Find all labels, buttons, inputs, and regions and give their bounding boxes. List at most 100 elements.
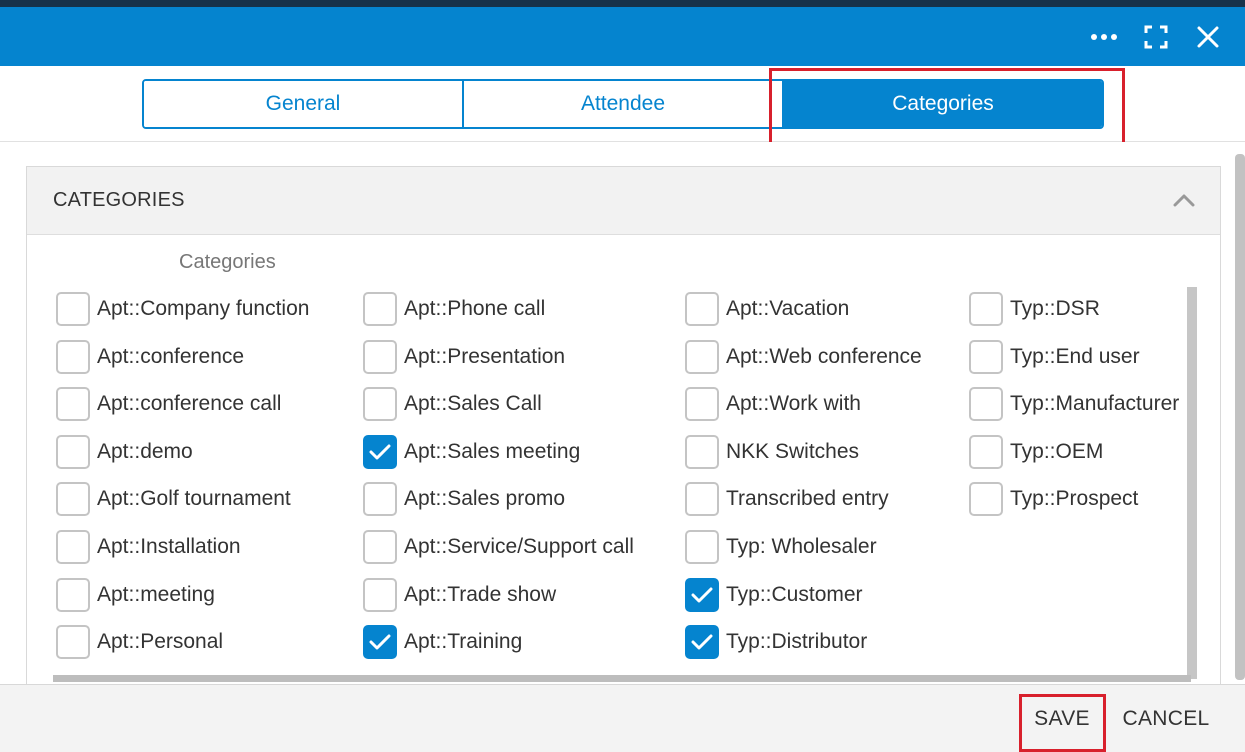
category-item[interactable]: Typ::Manufacturer: [969, 386, 1179, 422]
category-item[interactable]: Typ::Distributor: [685, 624, 867, 660]
category-item[interactable]: Apt::meeting: [56, 577, 215, 613]
checkbox[interactable]: [969, 292, 1003, 326]
category-label: Typ::Prospect: [1010, 487, 1139, 510]
category-label: Apt::Training: [404, 630, 523, 653]
checkbox[interactable]: [56, 387, 90, 421]
category-item[interactable]: Apt::Sales promo: [363, 481, 565, 517]
cancel-button[interactable]: CANCEL: [1116, 699, 1216, 739]
category-label: Apt::conference call: [97, 392, 282, 415]
category-item[interactable]: Apt::Installation: [56, 529, 241, 565]
checkbox[interactable]: [685, 435, 719, 469]
category-item[interactable]: Apt::Web conference: [685, 339, 922, 375]
category-label: Apt::Sales meeting: [404, 440, 581, 463]
category-label: Apt::Web conference: [726, 345, 922, 368]
checkbox[interactable]: [56, 340, 90, 374]
category-label: Typ::Customer: [726, 583, 863, 606]
checkbox[interactable]: [685, 292, 719, 326]
category-label: Apt::Service/Support call: [404, 535, 634, 558]
panel-header[interactable]: CATEGORIES: [27, 167, 1220, 235]
checkbox[interactable]: [363, 292, 397, 326]
page-scrollbar[interactable]: [1235, 154, 1245, 680]
category-item[interactable]: Apt::Presentation: [363, 339, 565, 375]
checkbox[interactable]: [969, 387, 1003, 421]
category-item[interactable]: Apt::Training: [363, 624, 522, 660]
category-item[interactable]: Apt::Service/Support call: [363, 529, 634, 565]
category-label: Apt::Golf tournament: [97, 487, 291, 510]
checkbox[interactable]: [363, 387, 397, 421]
save-button[interactable]: SAVE: [1022, 699, 1102, 739]
category-item[interactable]: Typ::DSR: [969, 291, 1100, 327]
category-label: Apt::Work with: [726, 392, 861, 415]
checkbox[interactable]: [685, 387, 719, 421]
chevron-up-icon[interactable]: [1171, 187, 1197, 213]
checkbox[interactable]: [685, 530, 719, 564]
categories-panel: CATEGORIES Categories Apt::Company funct…: [26, 166, 1221, 686]
checkbox[interactable]: [685, 482, 719, 516]
category-label: Apt::Personal: [97, 630, 224, 653]
checkbox[interactable]: [363, 482, 397, 516]
category-label: Apt::demo: [97, 440, 193, 463]
category-item[interactable]: Apt::Work with: [685, 386, 861, 422]
maximize-icon[interactable]: [1138, 19, 1174, 55]
checkbox[interactable]: [56, 530, 90, 564]
close-icon[interactable]: [1190, 19, 1226, 55]
category-label: NKK Switches: [726, 440, 860, 463]
category-item[interactable]: Transcribed entry: [685, 481, 889, 517]
category-item[interactable]: Apt::Sales Call: [363, 386, 542, 422]
category-item[interactable]: Typ::Prospect: [969, 481, 1138, 517]
category-item[interactable]: Typ::End user: [969, 339, 1140, 375]
checkbox[interactable]: [56, 578, 90, 612]
category-label: Typ::DSR: [1010, 297, 1100, 320]
title-bar: [0, 7, 1245, 66]
field-label: Categories: [179, 251, 276, 273]
tab-general[interactable]: General: [144, 81, 462, 127]
checkbox[interactable]: [363, 625, 397, 659]
category-item[interactable]: Apt::Company function: [56, 291, 309, 327]
category-item[interactable]: Apt::Golf tournament: [56, 481, 291, 517]
tab-attendee[interactable]: Attendee: [462, 81, 782, 127]
category-item[interactable]: Apt::Sales meeting: [363, 434, 580, 470]
checkbox[interactable]: [685, 578, 719, 612]
checkbox[interactable]: [969, 340, 1003, 374]
checkmark-icon: [369, 444, 391, 460]
checkbox[interactable]: [363, 578, 397, 612]
checkmark-icon: [691, 634, 713, 650]
category-label: Apt::Vacation: [726, 297, 850, 320]
category-label: Transcribed entry: [726, 487, 889, 510]
checkbox[interactable]: [969, 482, 1003, 516]
category-item[interactable]: Apt::conference call: [56, 386, 281, 422]
category-label: Apt::Installation: [97, 535, 241, 558]
checkbox[interactable]: [56, 435, 90, 469]
category-item[interactable]: Apt::conference: [56, 339, 244, 375]
tab-categories[interactable]: Categories: [782, 81, 1102, 127]
tab-bar: General Attendee Categories: [142, 79, 1104, 129]
category-item[interactable]: Typ: Wholesaler: [685, 529, 877, 565]
checkbox[interactable]: [685, 340, 719, 374]
category-item[interactable]: Typ::Customer: [685, 577, 863, 613]
category-item[interactable]: Apt::demo: [56, 434, 193, 470]
category-item[interactable]: Apt::Personal: [56, 624, 223, 660]
checkbox[interactable]: [56, 482, 90, 516]
checkbox[interactable]: [969, 435, 1003, 469]
category-item[interactable]: Typ::OEM: [969, 434, 1103, 470]
category-label: Apt::Sales promo: [404, 487, 566, 510]
category-item[interactable]: NKK Switches: [685, 434, 859, 470]
category-label: Typ::End user: [1010, 345, 1140, 368]
checkbox[interactable]: [56, 625, 90, 659]
tab-bar-area: General Attendee Categories: [0, 66, 1245, 142]
category-label: Apt::Phone call: [404, 297, 546, 320]
category-item[interactable]: Apt::Vacation: [685, 291, 849, 327]
checkbox[interactable]: [685, 625, 719, 659]
panel-title: CATEGORIES: [53, 189, 185, 211]
category-item[interactable]: Apt::Phone call: [363, 291, 545, 327]
category-label: Typ::Manufacturer: [1010, 392, 1180, 415]
list-horizontal-scrollbar[interactable]: [53, 675, 1191, 682]
checkbox[interactable]: [56, 292, 90, 326]
category-item[interactable]: Apt::Trade show: [363, 577, 556, 613]
more-icon[interactable]: [1086, 19, 1122, 55]
list-vertical-scrollbar[interactable]: [1187, 287, 1197, 679]
checkbox[interactable]: [363, 530, 397, 564]
checkbox[interactable]: [363, 435, 397, 469]
checkmark-icon: [369, 634, 391, 650]
checkbox[interactable]: [363, 340, 397, 374]
